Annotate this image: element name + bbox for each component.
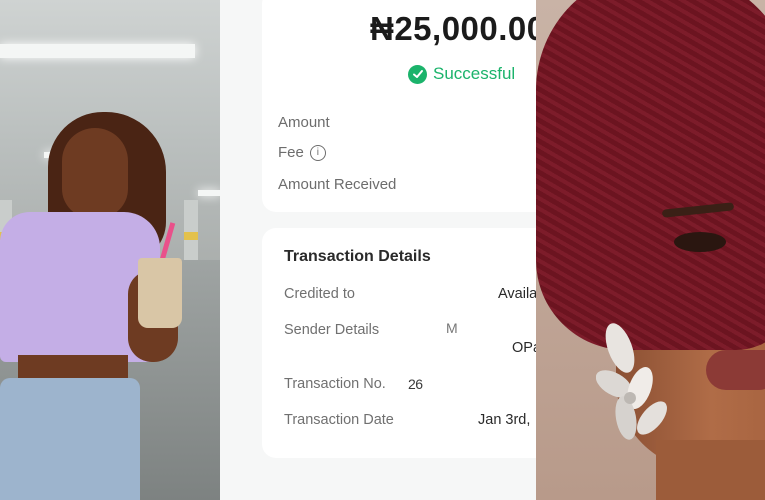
ceiling-light: [198, 190, 220, 196]
status-successful: Successful: [408, 64, 515, 84]
burgundy-gele-headwrap: [536, 0, 765, 350]
left-photo-woman-with-drink: [0, 0, 220, 500]
flower-earring: [596, 323, 667, 440]
iced-coffee-cup: [138, 258, 182, 328]
amount-label: Amount: [278, 114, 330, 131]
amount-received-label: Amount Received: [278, 176, 397, 193]
transaction-date-label: Transaction Date: [284, 412, 394, 428]
person-face: [62, 128, 128, 218]
transaction-no-value: 26: [408, 376, 423, 392]
transaction-details-title: Transaction Details: [284, 248, 431, 265]
ceiling-light: [0, 44, 195, 58]
transaction-date-value: Jan 3rd,: [478, 412, 531, 428]
credited-to-label: Credited to: [284, 286, 355, 302]
blue-jeans: [0, 378, 140, 500]
sender-details-label: Sender Details: [284, 322, 380, 338]
fee-label: Fee: [278, 144, 304, 161]
info-icon[interactable]: i: [309, 144, 326, 161]
transaction-no-label: Transaction No.: [284, 376, 386, 392]
transfer-receipt-screenshot: ₦25,000.00 Successful Amount Fee i Amoun…: [220, 0, 536, 500]
amount-summary-card: ₦25,000.00 Successful Amount Fee i Amoun…: [262, 0, 536, 212]
transfer-amount: ₦25,000.00: [370, 10, 536, 47]
transaction-details-card: Transaction Details Credited to Availa S…: [262, 228, 536, 458]
pillar-stripe: [184, 232, 198, 240]
status-label: Successful: [433, 64, 516, 83]
lips: [706, 350, 765, 390]
sender-bank: OPa: [512, 340, 536, 356]
eye: [674, 232, 726, 252]
parking-pillar: [184, 200, 198, 260]
fee-row: Fee i: [278, 144, 326, 161]
credited-to-value: Availa: [498, 286, 536, 302]
check-circle-icon: [408, 64, 427, 84]
sender-name-redacted: M: [446, 320, 458, 336]
